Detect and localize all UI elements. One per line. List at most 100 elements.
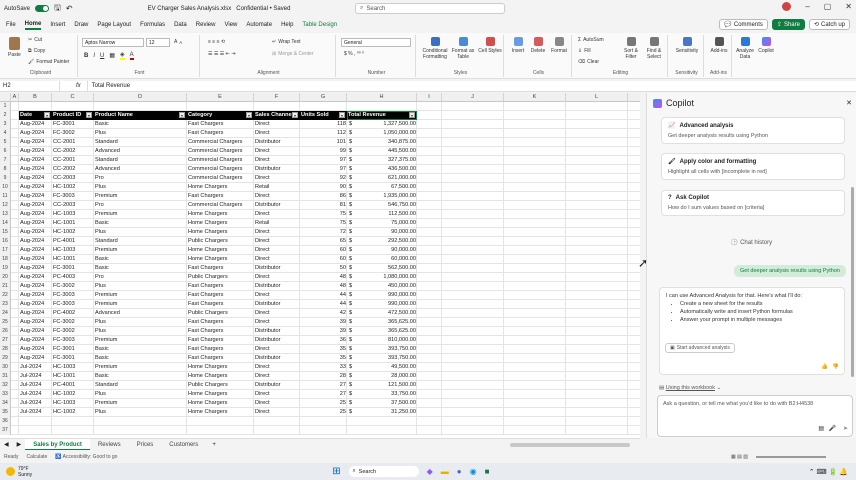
table-cell[interactable]: Plus [94, 228, 187, 237]
table-cell[interactable]: 101 [300, 138, 347, 147]
table-cell[interactable]: Aug-2024 [19, 156, 52, 165]
table-cell[interactable]: Aug-2024 [19, 147, 52, 156]
undo-icon[interactable]: ↶ [66, 4, 73, 13]
table-cell[interactable]: 1,050,000.00 [347, 129, 417, 138]
row-header[interactable]: 9 [0, 174, 11, 183]
table-cell[interactable]: 90,000.00 [347, 246, 417, 255]
row-header[interactable]: 4 [0, 129, 11, 138]
row-header[interactable]: 25 [0, 318, 11, 327]
column-header[interactable]: C [52, 93, 94, 102]
table-cell[interactable]: Plus [94, 318, 187, 327]
table-cell[interactable]: Pro [94, 273, 187, 282]
start-advanced-analysis-button[interactable]: ▣ Start advanced analysis [665, 343, 735, 353]
table-cell[interactable]: FC-3003 [52, 291, 94, 300]
tray-icons[interactable]: ⌃ ⌨ 🔋 🔔 [809, 468, 848, 476]
table-cell[interactable]: 75 [300, 219, 347, 228]
column-header[interactable]: M [628, 93, 640, 102]
table-cell[interactable]: 810,000.00 [347, 336, 417, 345]
row-header[interactable]: 34 [0, 399, 11, 408]
table-cell[interactable]: Basic [94, 354, 187, 363]
comments-button[interactable]: 💬 Comments [719, 19, 768, 30]
row-header[interactable]: 19 [0, 264, 11, 273]
filter-dropdown-icon[interactable]: ▾ [246, 112, 252, 118]
table-cell[interactable]: Aug-2024 [19, 165, 52, 174]
filter-dropdown-icon[interactable]: ▾ [179, 112, 185, 118]
sheet-tab[interactable]: Customers [161, 439, 206, 451]
add-sheet-icon[interactable]: + [206, 442, 222, 448]
insert-cells-button[interactable]: Insert [508, 37, 528, 54]
table-cell[interactable]: Direct [254, 129, 300, 138]
font-size-combo[interactable]: 12 [146, 38, 170, 47]
table-cell[interactable]: Home Chargers [187, 183, 254, 192]
table-cell[interactable]: Home Chargers [187, 210, 254, 219]
save-icon[interactable]: 🖫 [54, 2, 61, 16]
paste-button[interactable]: Paste [8, 37, 21, 58]
table-cell[interactable]: 292,500.00 [347, 237, 417, 246]
row-header[interactable]: 11 [0, 192, 11, 201]
table-cell[interactable]: Home Chargers [187, 219, 254, 228]
row-header[interactable]: 22 [0, 291, 11, 300]
table-cell[interactable]: Aug-2024 [19, 237, 52, 246]
table-cell[interactable]: Aug-2024 [19, 183, 52, 192]
table-cell[interactable]: Standard [94, 156, 187, 165]
font-color-icon[interactable]: A [129, 52, 134, 60]
table-cell[interactable]: 65 [300, 237, 347, 246]
table-cell[interactable]: Plus [94, 183, 187, 192]
suggestion-card-formatting[interactable]: 🖌 Apply color and formatting Highlight al… [661, 153, 845, 180]
table-cell[interactable]: Home Chargers [187, 228, 254, 237]
table-cell[interactable]: Aug-2024 [19, 129, 52, 138]
row-header[interactable]: 20 [0, 273, 11, 282]
table-cell[interactable]: 90,000.00 [347, 228, 417, 237]
table-cell[interactable]: HC-1003 [52, 246, 94, 255]
table-cell[interactable]: Basic [94, 219, 187, 228]
table-cell[interactable]: Fast Chargers [187, 300, 254, 309]
table-cell[interactable]: 50 [300, 264, 347, 273]
table-cell[interactable]: Distributor [254, 165, 300, 174]
attach-icon[interactable]: ▤ [818, 425, 824, 432]
table-cell[interactable]: Aug-2024 [19, 120, 52, 129]
format-as-table-button[interactable]: Format as Table [450, 37, 476, 60]
table-cell[interactable]: 36 [300, 336, 347, 345]
merge-center-button[interactable]: ⊞ Merge & Center [272, 51, 314, 57]
row-header[interactable]: 10 [0, 183, 11, 192]
tab-formulas[interactable]: Formulas [140, 22, 165, 28]
table-cell[interactable]: Standard [94, 237, 187, 246]
table-cell[interactable]: 562,500.00 [347, 264, 417, 273]
clear-button[interactable]: ⌫ Clear [578, 59, 599, 65]
table-cell[interactable]: Premium [94, 291, 187, 300]
analyze-data-button[interactable]: Analyze Data [734, 37, 756, 60]
table-cell[interactable]: Commercial Chargers [187, 174, 254, 183]
table-cell[interactable]: 340,875.00 [347, 138, 417, 147]
copilot-ribbon-button[interactable]: Copilot [756, 37, 776, 54]
table-cell[interactable]: Fast Chargers [187, 120, 254, 129]
row-header[interactable]: 7 [0, 156, 11, 165]
table-cell[interactable]: 118 [300, 120, 347, 129]
row-header[interactable]: 5 [0, 138, 11, 147]
row-header[interactable]: 17 [0, 246, 11, 255]
table-cell[interactable]: Distributor [254, 201, 300, 210]
name-box[interactable]: H2 [0, 81, 60, 91]
table-cell[interactable]: Direct [254, 408, 300, 417]
row-header[interactable]: 33 [0, 390, 11, 399]
table-cell[interactable]: Plus [94, 390, 187, 399]
view-buttons[interactable]: ▦ ▤ ▧ [731, 454, 748, 460]
row-header[interactable]: 14 [0, 219, 11, 228]
suggestion-card-advanced-analysis[interactable]: 📈 Advanced analysis Get deeper analysis r… [661, 117, 845, 144]
table-cell[interactable]: 546,750.00 [347, 201, 417, 210]
table-cell[interactable]: CC-2002 [52, 165, 94, 174]
table-cell[interactable]: 990,000.00 [347, 300, 417, 309]
table-cell[interactable]: PC-4002 [52, 309, 94, 318]
table-cell[interactable]: 25 [300, 408, 347, 417]
table-cell[interactable]: 33 [300, 363, 347, 372]
tab-view[interactable]: View [224, 22, 237, 28]
copilot-input[interactable]: Ask a question, or tell me what you'd li… [657, 395, 853, 437]
row-header[interactable]: 26 [0, 327, 11, 336]
table-cell[interactable]: 1,080,000.00 [347, 273, 417, 282]
cut-button[interactable]: ✂ Cut [28, 37, 42, 43]
table-cell[interactable]: Direct [254, 147, 300, 156]
table-cell[interactable]: 99 [300, 147, 347, 156]
sort-filter-button[interactable]: Sort & Filter [620, 37, 642, 60]
column-header[interactable]: J [442, 93, 504, 102]
tab-data[interactable]: Data [174, 22, 187, 28]
table-cell[interactable]: HC-1002 [52, 408, 94, 417]
